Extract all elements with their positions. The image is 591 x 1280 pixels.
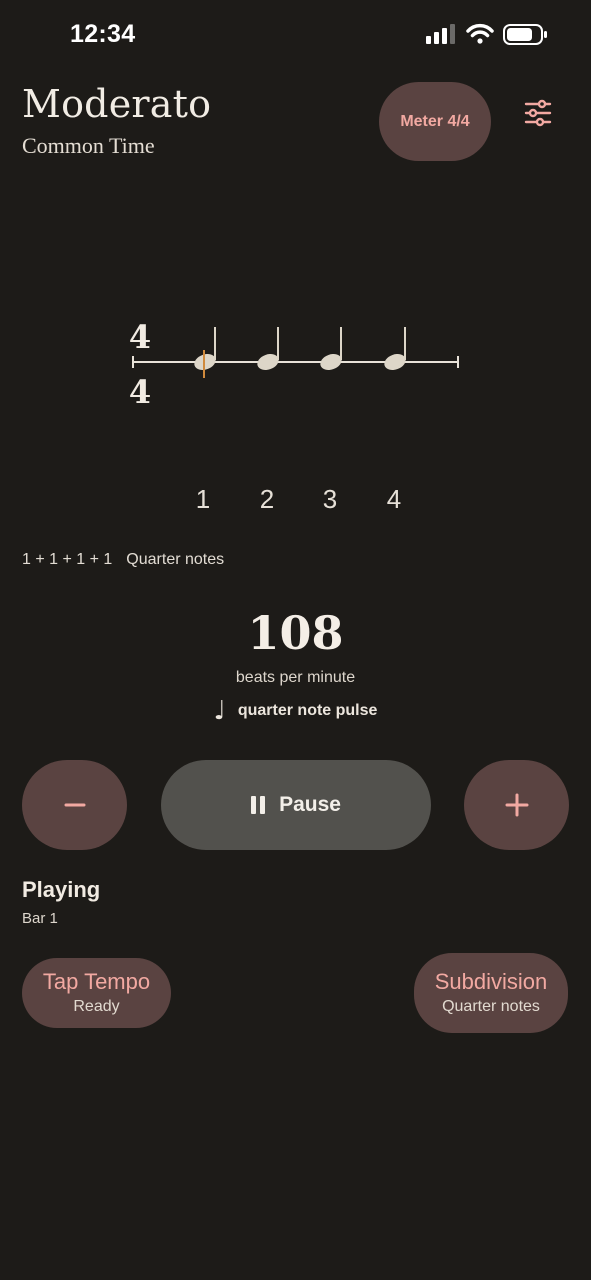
- subdivision-label: Subdivision: [434, 969, 548, 994]
- pause-button[interactable]: Pause: [161, 760, 431, 850]
- wifi-icon: [466, 23, 494, 44]
- rhythm-notation: 4 4: [120, 310, 470, 420]
- beat-number-4: 4: [386, 484, 402, 514]
- pulse-info: ♩ quarter note pulse: [0, 696, 591, 726]
- quarter-note-2: [257, 327, 279, 370]
- minus-icon: [64, 803, 85, 807]
- quarter-note-icon: ♩: [213, 696, 226, 726]
- pattern-name: Quarter notes: [126, 551, 225, 568]
- playback-state: Playing: [22, 877, 101, 902]
- time-signature-bottom: 4: [129, 373, 151, 411]
- pause-label: Pause: [279, 793, 341, 816]
- cellular-signal-icon: [426, 24, 455, 44]
- status-icons: [424, 22, 548, 50]
- beat-number-2: 2: [259, 484, 275, 514]
- meter-button[interactable]: Meter 4/4: [379, 82, 491, 161]
- decrease-tempo-button[interactable]: [22, 760, 127, 850]
- tap-tempo-status: Ready: [73, 998, 120, 1015]
- battery-icon: [503, 24, 547, 45]
- plus-icon: [505, 793, 528, 817]
- tap-tempo-label: Tap Tempo: [42, 969, 151, 994]
- settings-button[interactable]: [521, 96, 555, 130]
- pulse-label: quarter note pulse: [237, 702, 378, 719]
- subdivision-value: Quarter notes: [442, 998, 540, 1015]
- beat-number-3: 3: [322, 484, 338, 514]
- pause-icon: [251, 796, 266, 814]
- page-title: Moderato: [22, 82, 212, 126]
- bpm-label: beats per minute: [235, 669, 356, 686]
- bar-counter: Bar 1: [22, 910, 58, 927]
- beat-number-1: 1: [195, 484, 211, 514]
- subdivision-pattern: 1 + 1 + 1 + 1 Quarter notes: [22, 551, 238, 569]
- time-signature-top: 4: [129, 318, 151, 356]
- sliders-icon: [524, 99, 552, 127]
- page-subtitle: Common Time: [22, 133, 155, 158]
- pattern-formula: 1 + 1 + 1 + 1: [22, 551, 113, 568]
- bpm-value: 108: [247, 606, 344, 660]
- quarter-note-3: [320, 327, 342, 370]
- status-time: 12:34: [70, 20, 136, 48]
- tap-tempo-button[interactable]: Tap Tempo Ready: [22, 958, 171, 1028]
- subdivision-button[interactable]: Subdivision Quarter notes: [414, 953, 568, 1033]
- quarter-note-4: [384, 327, 406, 370]
- increase-tempo-button[interactable]: [464, 760, 569, 850]
